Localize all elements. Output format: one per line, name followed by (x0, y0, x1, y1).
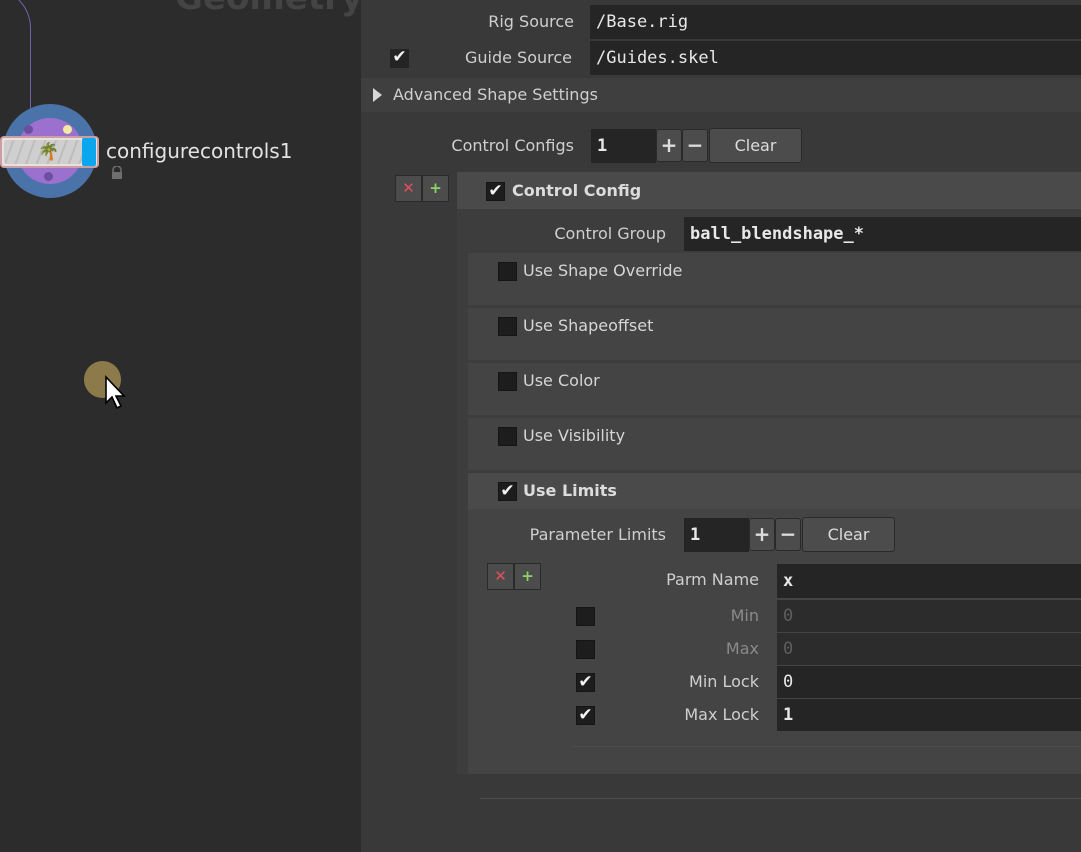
use-shapeoffset-checkbox[interactable] (498, 317, 517, 336)
max-label: Max (725, 639, 759, 658)
advanced-shape-settings-label: Advanced Shape Settings (393, 85, 598, 104)
parameter-pane: Rig Source /Base.rig ✔ Guide Source /Gui… (361, 0, 1081, 852)
min-lock-field[interactable]: 0 (777, 666, 1081, 698)
lock-icon (110, 165, 124, 180)
use-visibility-label: Use Visibility (523, 426, 626, 445)
min-lock-label: Min Lock (689, 672, 759, 691)
remove-instance-icon[interactable]: ✕ (395, 175, 422, 202)
use-shape-override-label: Use Shape Override (523, 261, 683, 280)
use-shapeoffset-label: Use Shapeoffset (523, 316, 654, 335)
use-limits-checkbox[interactable]: ✔ (498, 482, 517, 501)
use-color-checkbox[interactable] (498, 372, 517, 391)
expand-triangle-icon[interactable] (373, 88, 382, 102)
control-config-divider (480, 798, 1081, 799)
parameter-limits-remove-button[interactable]: − (775, 518, 801, 551)
max-lock-checkbox[interactable]: ✔ (576, 706, 595, 725)
display-flag[interactable] (82, 138, 96, 166)
use-shape-override-checkbox[interactable] (498, 262, 517, 281)
parameter-limits-add-button[interactable]: + (749, 518, 775, 551)
control-configs-add-button[interactable]: + (656, 129, 682, 162)
guide-source-label: Guide Source (464, 48, 572, 67)
use-color-label: Use Color (523, 371, 600, 390)
rig-source-label: Rig Source (488, 12, 574, 31)
min-label: Min (730, 606, 759, 625)
parm-name-field[interactable]: x (777, 564, 1081, 598)
control-group-field[interactable]: ball_blendshape_* (684, 217, 1081, 251)
min-enable-checkbox[interactable] (576, 607, 595, 626)
parm-name-label: Parm Name (666, 570, 759, 589)
network-editor[interactable]: Geometry 🌴 configurecontrols1 (0, 0, 361, 852)
parameter-limits-count[interactable]: 1 (684, 518, 749, 552)
max-field[interactable]: 0 (777, 633, 1081, 665)
control-group-label: Control Group (554, 224, 666, 243)
control-config-title: Control Config (512, 181, 642, 200)
guide-source-toggle[interactable]: ✔ (390, 49, 409, 68)
min-field[interactable]: 0 (777, 600, 1081, 632)
control-configs-label: Control Configs (451, 136, 574, 155)
control-config-toggle[interactable]: ✔ (486, 182, 505, 201)
node-label[interactable]: configurecontrols1 (106, 139, 292, 163)
max-enable-checkbox[interactable] (576, 640, 595, 659)
parameter-limits-label: Parameter Limits (529, 525, 666, 544)
insert-limit-icon[interactable]: + (514, 563, 541, 590)
node-flag-dot (63, 125, 72, 134)
parameter-limits-clear-button[interactable]: Clear (802, 517, 895, 552)
control-configs-count[interactable]: 1 (591, 129, 656, 163)
control-configs-remove-button[interactable]: − (682, 129, 708, 162)
rig-source-field[interactable]: /Base.rig (590, 5, 1081, 39)
limit-entry-divider (573, 746, 1081, 747)
figure-icon: 🌴 (38, 142, 60, 162)
remove-limit-icon[interactable]: ✕ (487, 563, 514, 590)
node-input-dot (24, 125, 33, 134)
max-lock-field[interactable]: 1 (777, 699, 1081, 731)
insert-instance-icon[interactable]: + (422, 175, 449, 202)
control-configs-clear-button[interactable]: Clear (709, 128, 802, 163)
mouse-cursor-icon (105, 375, 126, 410)
max-lock-label: Max Lock (684, 705, 759, 724)
network-title: Geometry (175, 0, 361, 18)
use-limits-label: Use Limits (523, 481, 617, 500)
guide-source-field[interactable]: /Guides.skel (590, 41, 1081, 75)
use-visibility-checkbox[interactable] (498, 427, 517, 446)
node-output-dot (44, 172, 53, 181)
min-lock-checkbox[interactable]: ✔ (576, 673, 595, 692)
